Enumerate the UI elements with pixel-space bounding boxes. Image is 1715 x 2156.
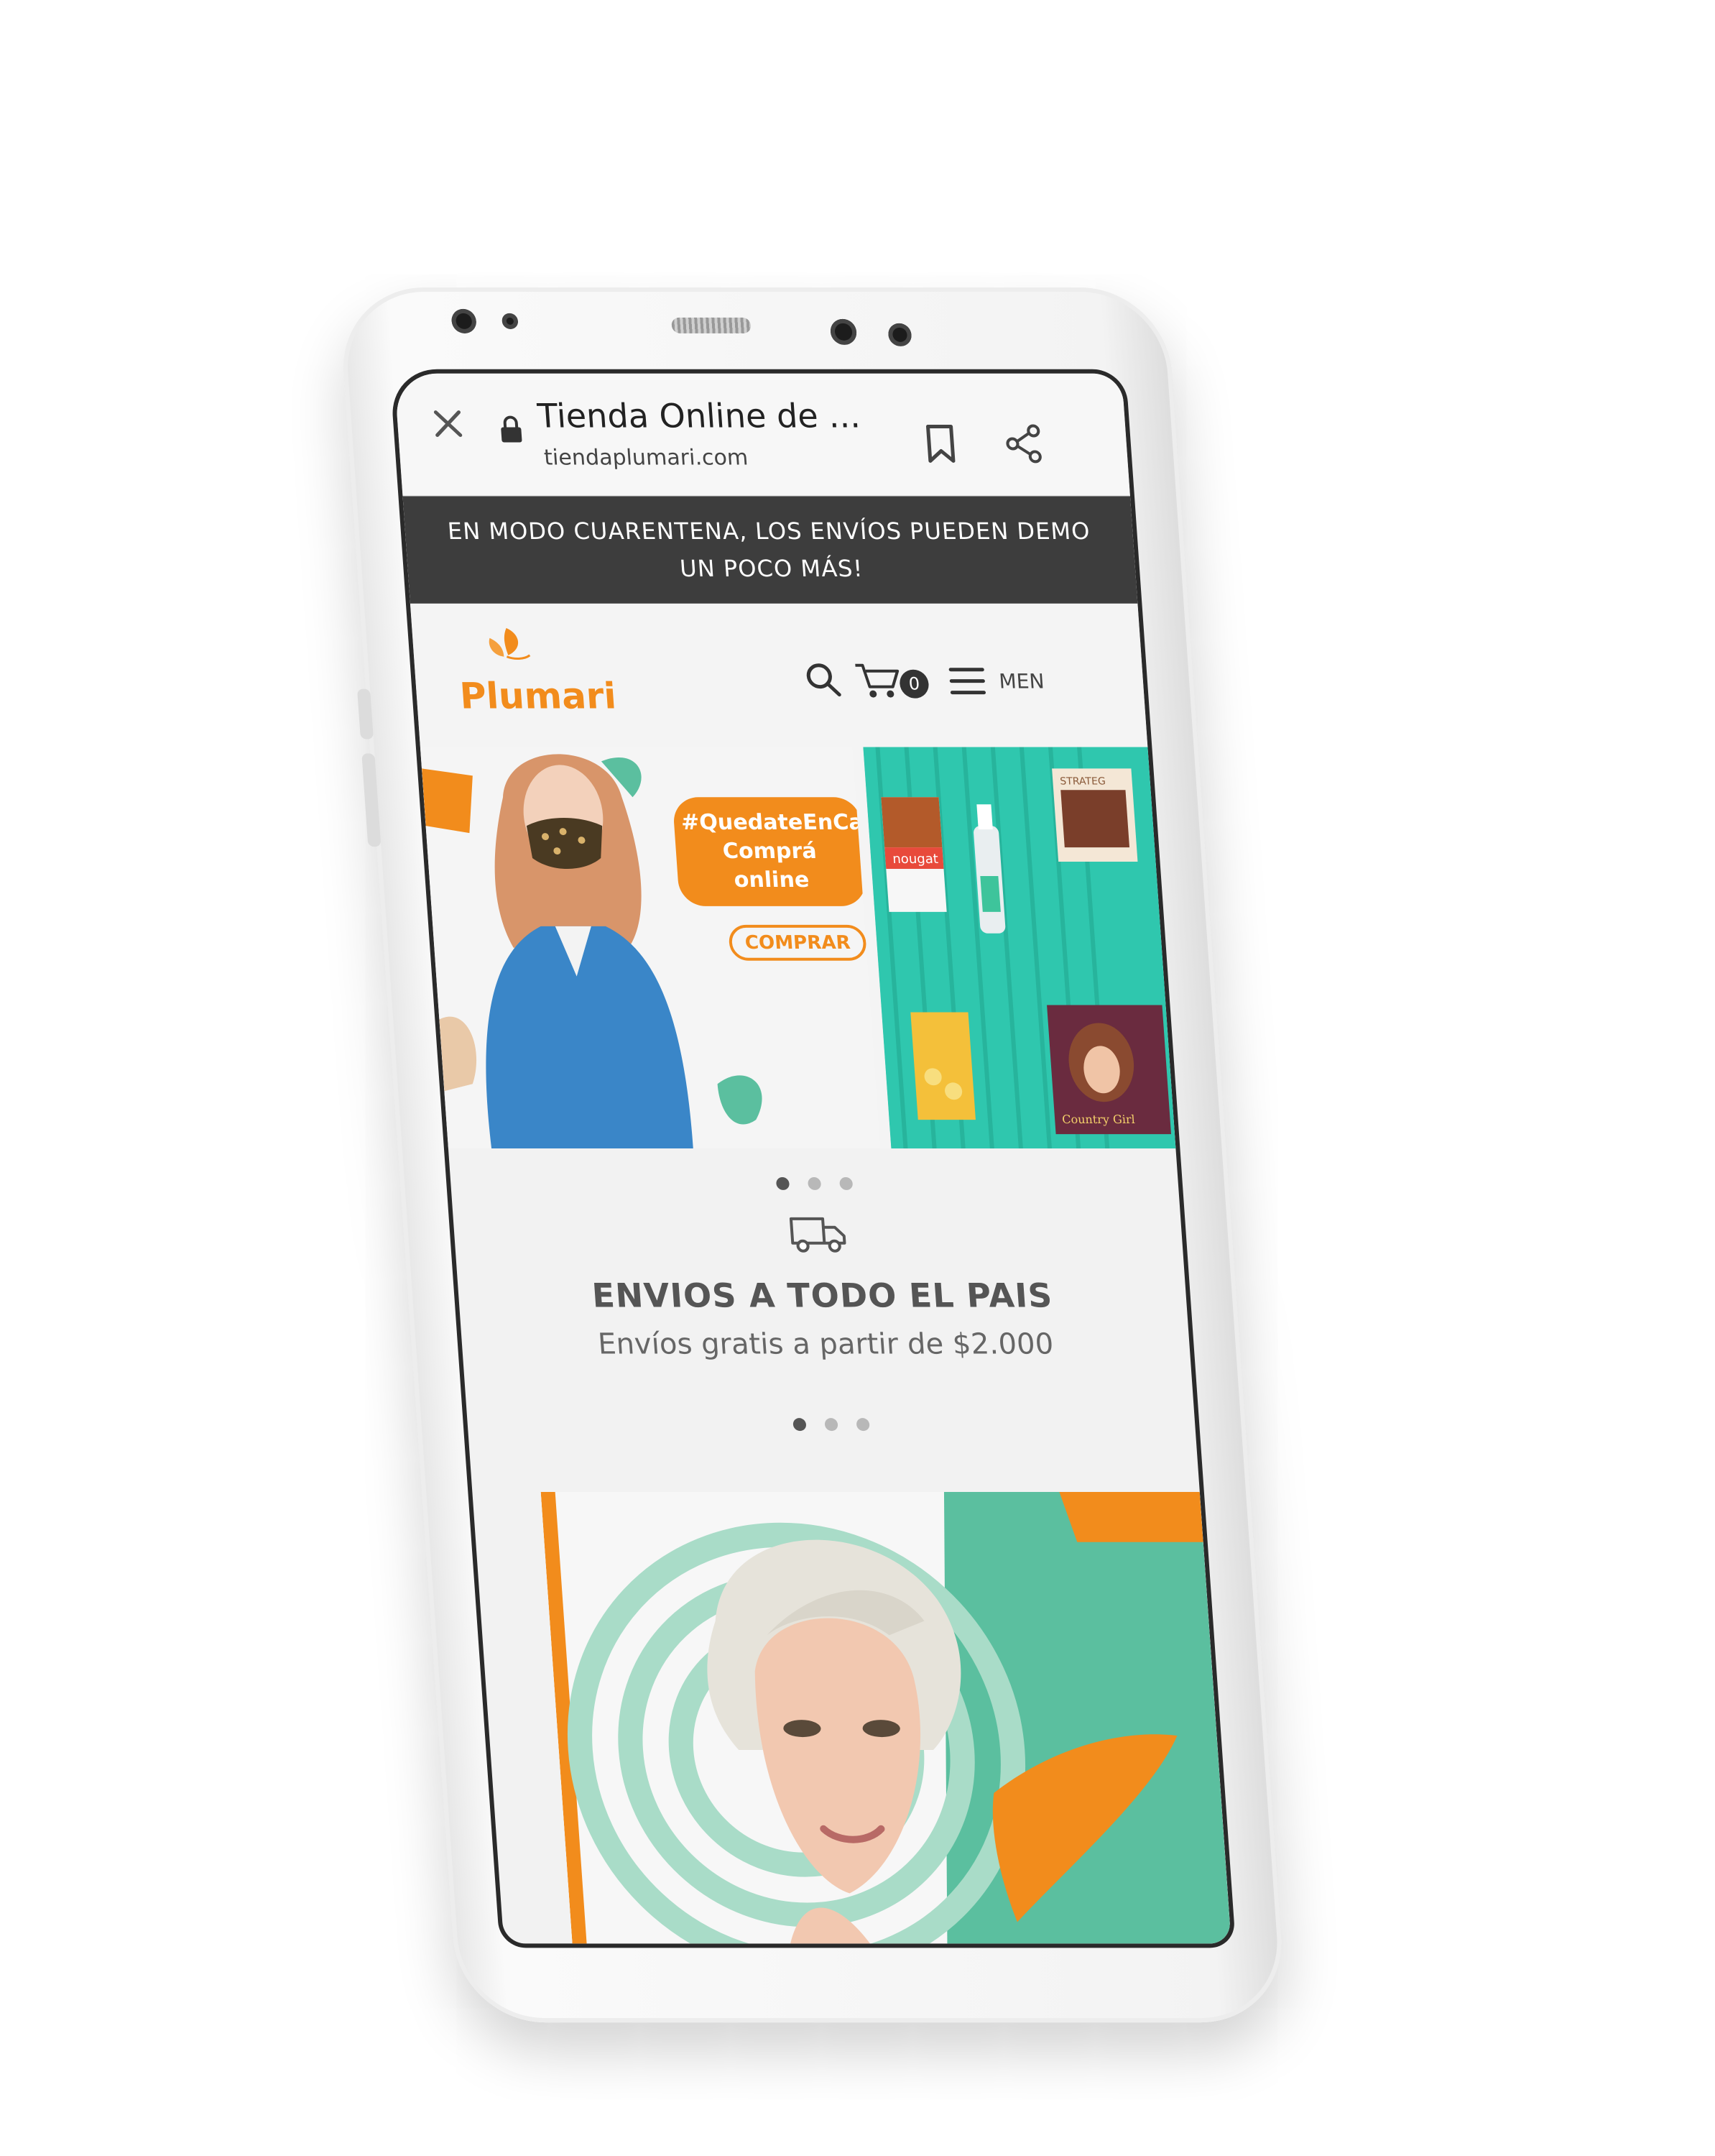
hamburger-menu-icon[interactable] — [948, 665, 987, 697]
announcement-line-2: UN POCO MÁS! — [678, 555, 864, 582]
hashtag-line-2: Comprá online — [721, 839, 818, 893]
plumari-leaf-logo-icon[interactable] — [480, 624, 534, 674]
share-icon[interactable] — [1002, 424, 1045, 464]
hashtag-badge: #QuedateEnCasa Comprá online — [672, 797, 881, 906]
shipping-subtitle: Envíos gratis a partir de $2.000 — [596, 1327, 1055, 1361]
carousel-dot-2[interactable] — [807, 1176, 822, 1190]
hero-carousel-dots — [448, 1148, 1180, 1204]
bookmark-icon[interactable] — [923, 424, 958, 464]
earpiece-speaker — [671, 317, 752, 333]
announcement-bar: EN MODO CUARENTENA, LOS ENVÍOS PUEDEN DE… — [402, 496, 1138, 604]
shipping-info: ENVIOS A TODO EL PAIS Envíos gratis a pa… — [452, 1204, 1192, 1389]
strategy-label: STRATEG — [1060, 775, 1106, 787]
hero-carousel[interactable]: #QuedateEnCasa Comprá online COMPRAR nou… — [420, 747, 1176, 1149]
hashtag-line-1: #QuedateEnCasa — [680, 810, 881, 836]
truck-icon — [789, 1217, 846, 1253]
blonde-model-illustration — [540, 1491, 1231, 1944]
cart-icon[interactable] — [854, 661, 907, 701]
close-icon[interactable] — [425, 402, 471, 446]
phone-mockup: Tienda Online de ... tiendaplumari.com E… — [338, 287, 1288, 2023]
buy-button[interactable]: COMPRAR — [728, 924, 868, 961]
carousel-dot-3[interactable] — [839, 1176, 854, 1190]
info-carousel-dots — [465, 1389, 1196, 1445]
store-header: Plumari 0 MEN — [410, 603, 1148, 747]
info-dot-2[interactable] — [824, 1418, 838, 1432]
info-dot-1[interactable] — [792, 1418, 807, 1432]
announcement-line-1: EN MODO CUARENTENA, LOS ENVÍOS PUEDEN DE… — [446, 517, 1091, 545]
store-logo[interactable]: Plumari — [458, 676, 618, 717]
lock-icon — [501, 415, 522, 443]
page-title: Tienda Online de ... — [536, 396, 862, 436]
promo-banner-short-hair[interactable] — [540, 1491, 1231, 1944]
info-dot-3[interactable] — [856, 1418, 870, 1432]
browser-toolbar: Tienda Online de ... tiendaplumari.com — [394, 373, 1130, 497]
carousel-dot-1[interactable] — [775, 1176, 790, 1190]
hero-slide-quedate-en-casa[interactable]: #QuedateEnCasa Comprá online COMPRAR — [420, 747, 881, 1149]
hero-slide-products[interactable]: nougat STRATEG Country Girl — [863, 747, 1176, 1149]
products-flatlay-illustration: nougat STRATEG Country Girl — [863, 747, 1176, 1149]
sensor-icon — [501, 313, 519, 329]
shipping-title: ENVIOS A TODO EL PAIS — [591, 1276, 1054, 1315]
search-icon[interactable] — [803, 661, 843, 699]
page-url: tiendaplumari.com — [543, 445, 749, 471]
phone-screen: Tienda Online de ... tiendaplumari.com E… — [394, 373, 1231, 1944]
menu-label[interactable]: MEN — [998, 670, 1045, 694]
country-girl-label: Country Girl — [1062, 1112, 1136, 1126]
nougat-label: nougat — [892, 852, 939, 867]
